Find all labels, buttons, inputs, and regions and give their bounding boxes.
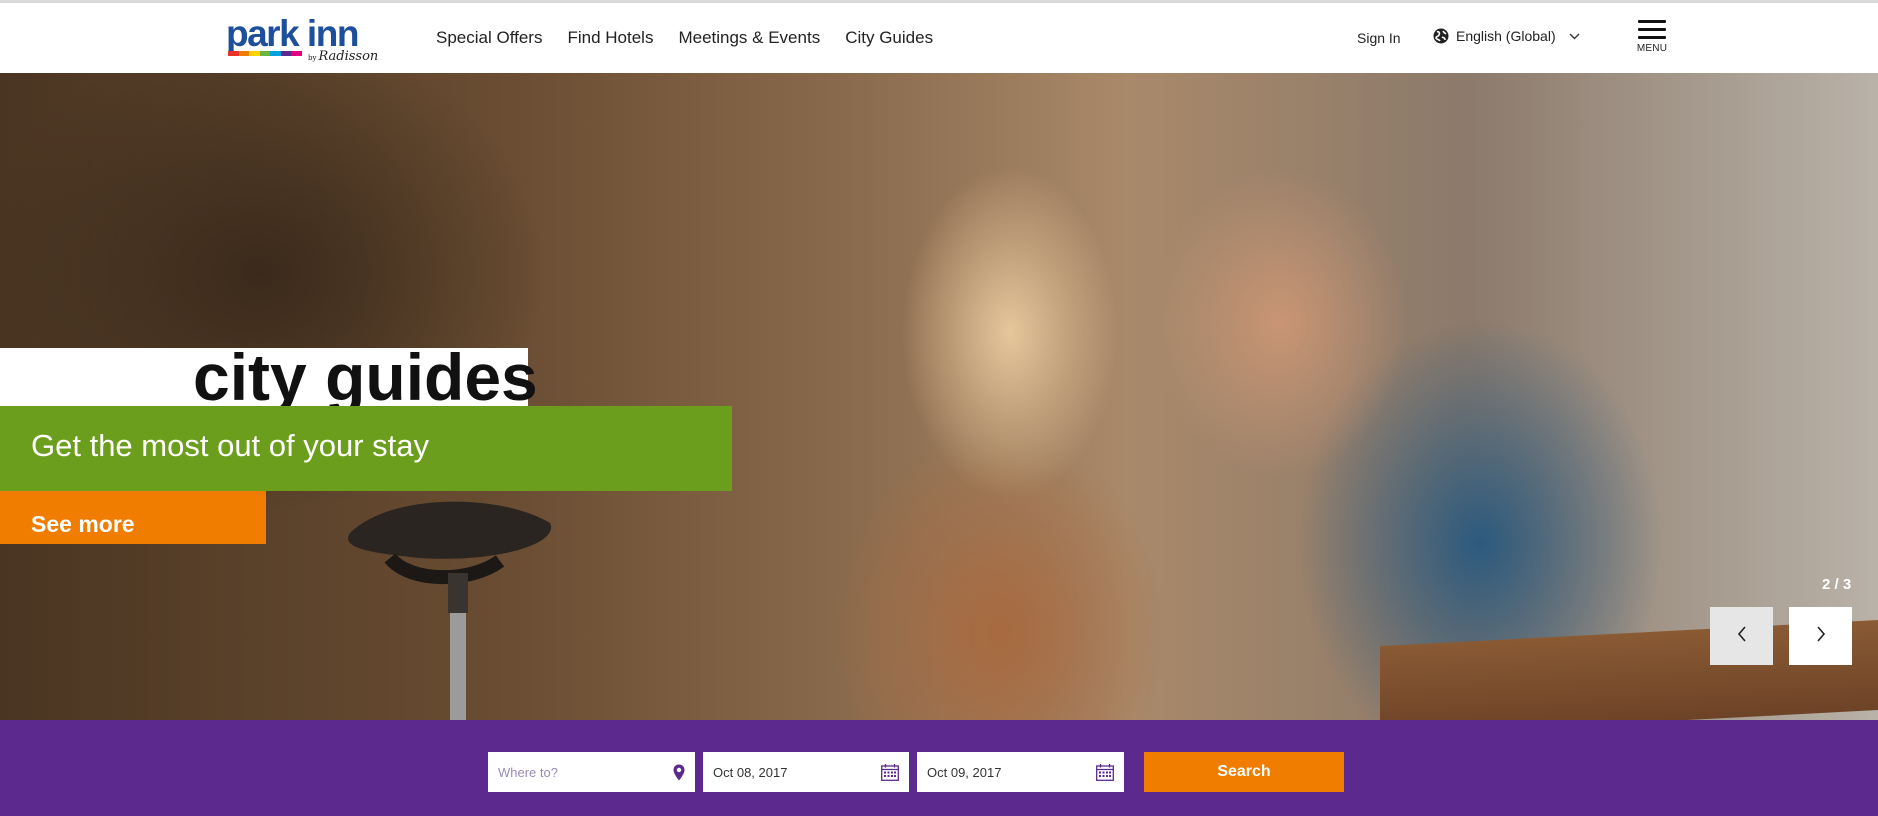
menu-label: MENU — [1636, 43, 1668, 54]
checkin-date-field[interactable] — [703, 752, 909, 792]
see-more-button[interactable]: See more — [0, 491, 266, 544]
destination-input[interactable] — [498, 764, 673, 780]
booking-search-bar: Search — [0, 720, 1878, 816]
carousel-prev-button[interactable] — [1710, 607, 1773, 665]
calendar-icon[interactable] — [1096, 763, 1114, 781]
nav-meetings-events[interactable]: Meetings & Events — [678, 28, 820, 48]
hero-subtitle: Get the most out of your stay — [31, 428, 430, 463]
hero-carousel: city guides Get the most out of your sta… — [0, 73, 1878, 720]
search-button[interactable]: Search — [1144, 752, 1344, 792]
nav-special-offers[interactable]: Special Offers — [436, 28, 542, 48]
logo-by-radisson: by Radisson — [308, 49, 379, 64]
menu-button[interactable]: MENU — [1636, 20, 1668, 60]
sign-in-link[interactable]: Sign In — [1357, 30, 1401, 46]
park-inn-logo[interactable]: park inn by Radisson — [226, 14, 378, 66]
nav-find-hotels[interactable]: Find Hotels — [567, 28, 653, 48]
main-nav: Special Offers Find Hotels Meetings & Ev… — [436, 28, 933, 48]
calendar-icon[interactable] — [881, 763, 899, 781]
language-label: English (Global) — [1456, 28, 1556, 44]
checkin-date-input[interactable] — [713, 764, 881, 780]
destination-field[interactable] — [488, 752, 695, 792]
logo-wordmark: park inn — [226, 13, 359, 54]
logo-color-stripes — [228, 51, 303, 56]
chevron-down-icon — [1569, 33, 1580, 40]
carousel-next-button[interactable] — [1789, 607, 1852, 665]
chevron-left-icon — [1737, 625, 1747, 647]
checkout-date-input[interactable] — [927, 764, 1096, 780]
checkout-date-field[interactable] — [917, 752, 1124, 792]
hero-title: city guides — [193, 340, 538, 414]
hero-photo-bicycle — [348, 501, 552, 720]
nav-city-guides[interactable]: City Guides — [845, 28, 933, 48]
language-selector[interactable]: English (Global) — [1433, 28, 1580, 44]
slide-counter: 2 / 3 — [1822, 576, 1852, 593]
site-header: park inn by Radisson Special Offers Find … — [0, 0, 1878, 73]
map-pin-icon — [673, 764, 685, 781]
chevron-right-icon — [1816, 625, 1826, 647]
globe-icon — [1433, 28, 1449, 44]
hamburger-icon — [1636, 20, 1668, 39]
